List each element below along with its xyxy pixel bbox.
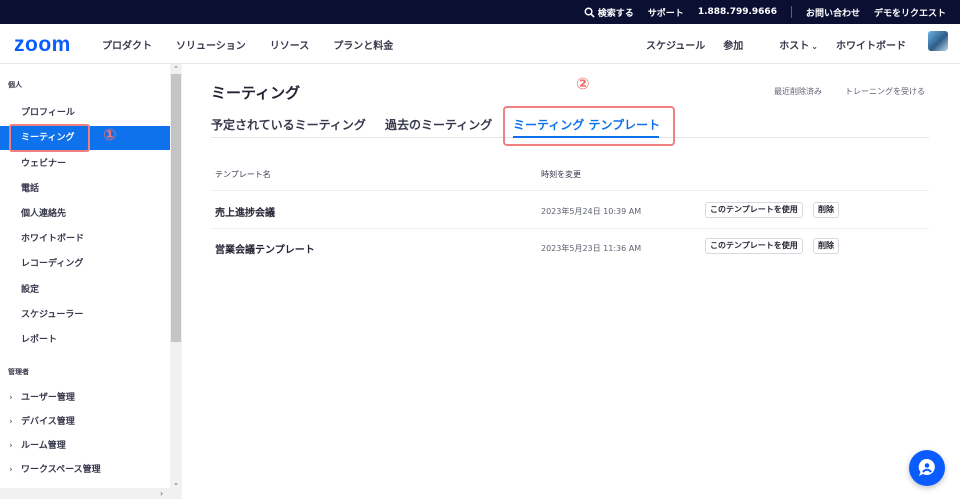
main-nav: zoom プロダクト ソリューション リソース プランと料金 スケジュール 参加… — [0, 24, 960, 64]
nav-whiteboard[interactable]: ホワイトボード — [836, 37, 906, 52]
sidebar-item-label: ユーザー管理 — [21, 393, 75, 403]
sidebar-item-contacts[interactable]: 個人連絡先 — [0, 202, 170, 226]
delete-button[interactable]: 削除 — [813, 238, 839, 254]
chevron-down-icon: ⌄ — [811, 42, 818, 51]
nav-join[interactable]: 参加 — [723, 37, 743, 52]
utility-bar: 検索する サポート 1.888.799.9666 お問い合わせ デモをリクエスト — [0, 0, 960, 24]
horizontal-scrollbar[interactable] — [0, 488, 170, 499]
search-label: 検索する — [597, 8, 634, 19]
sidebar-item-label: ワークスペース管理 — [21, 465, 101, 475]
sidebar-item-scheduler[interactable]: スケジューラー — [0, 303, 170, 327]
avatar[interactable] — [928, 31, 948, 51]
scroll-up-icon[interactable]: ⌃ — [170, 64, 182, 74]
section-admin: 管理者 — [8, 368, 29, 376]
column-header-name: テンプレート名 — [215, 170, 271, 179]
nav-resources[interactable]: リソース — [270, 37, 310, 52]
divider — [211, 190, 929, 191]
divider — [790, 6, 792, 18]
support-link[interactable]: サポート — [648, 6, 684, 19]
tab-previous[interactable]: 過去のミーティング — [385, 116, 492, 133]
support-chat-button[interactable] — [909, 450, 945, 486]
column-header-time: 時刻を変更 — [541, 170, 581, 179]
sidebar-item-phone[interactable]: 電話 — [0, 177, 170, 201]
recently-deleted-link[interactable]: 最近削除済み — [774, 86, 822, 97]
delete-button[interactable]: 削除 — [813, 202, 839, 218]
annotation-box-1 — [9, 124, 90, 152]
annotation-box-2 — [503, 106, 675, 146]
nav-schedule[interactable]: スケジュール — [646, 37, 705, 52]
nav-pricing[interactable]: プランと料金 — [333, 37, 393, 52]
nav-solutions[interactable]: ソリューション — [176, 37, 246, 52]
nav-products[interactable]: プロダクト — [102, 37, 152, 52]
section-personal: 個人 — [8, 81, 22, 89]
sidebar-item-webinars[interactable]: ウェビナー — [0, 152, 170, 176]
sidebar-item-label: ルーム管理 — [21, 441, 66, 451]
phone-link[interactable]: 1.888.799.9666 — [698, 7, 777, 17]
sidebar-item-label: デバイス管理 — [21, 417, 75, 427]
sidebar-item-device-management[interactable]: › デバイス管理 — [0, 410, 170, 434]
template-name[interactable]: 売上進捗会議 — [215, 204, 275, 219]
scroll-right-icon[interactable]: › — [160, 488, 163, 499]
nav-right: スケジュール 参加 ホスト ⌄ ホワイトボード — [628, 37, 906, 52]
chevron-right-icon: › — [9, 441, 13, 451]
chevron-right-icon: › — [9, 393, 13, 403]
template-name[interactable]: 営業会議テンプレート — [215, 241, 315, 256]
nav-left: プロダクト ソリューション リソース プランと料金 — [102, 37, 417, 52]
sidebar-item-profile[interactable]: プロフィール — [0, 101, 170, 125]
request-demo-link[interactable]: デモをリクエスト — [874, 6, 946, 19]
divider — [211, 228, 929, 229]
annotation-marker-1: ① — [103, 125, 117, 144]
sidebar-item-settings[interactable]: 設定 — [0, 278, 170, 302]
use-template-button[interactable]: このテンプレートを使用 — [705, 238, 803, 254]
sidebar-item-reports[interactable]: レポート — [0, 328, 170, 352]
page-title: ミーティング — [211, 84, 301, 102]
annotation-marker-2: ② — [576, 74, 590, 93]
chat-bot-icon — [918, 458, 935, 476]
nav-host[interactable]: ホスト ⌄ — [761, 37, 818, 52]
scroll-down-icon[interactable]: ⌄ — [170, 478, 182, 488]
sidebar-item-whiteboards[interactable]: ホワイトボード — [0, 227, 170, 251]
search-link[interactable]: 検索する — [584, 6, 634, 19]
use-template-button[interactable]: このテンプレートを使用 — [705, 202, 803, 218]
sidebar-scrollbar-thumb[interactable] — [171, 74, 181, 342]
contact-link[interactable]: お問い合わせ — [806, 6, 860, 19]
template-time: 2023年5月24日 10:39 AM — [541, 207, 642, 216]
sidebar-item-workspace-management[interactable]: › ワークスペース管理 — [0, 458, 170, 482]
zoom-logo[interactable]: zoom — [14, 33, 71, 57]
nav-host-label: ホスト — [779, 41, 810, 52]
training-link[interactable]: トレーニングを受ける — [845, 86, 925, 97]
chevron-right-icon: › — [9, 417, 13, 427]
sidebar-item-room-management[interactable]: › ルーム管理 — [0, 434, 170, 458]
template-time: 2023年5月23日 11:36 AM — [541, 244, 642, 253]
search-icon — [584, 7, 595, 18]
chevron-right-icon: › — [9, 465, 13, 475]
sidebar-item-user-management[interactable]: › ユーザー管理 — [0, 386, 170, 410]
tab-upcoming[interactable]: 予定されているミーティング — [211, 116, 366, 133]
sidebar-item-recordings[interactable]: レコーディング — [0, 252, 170, 276]
